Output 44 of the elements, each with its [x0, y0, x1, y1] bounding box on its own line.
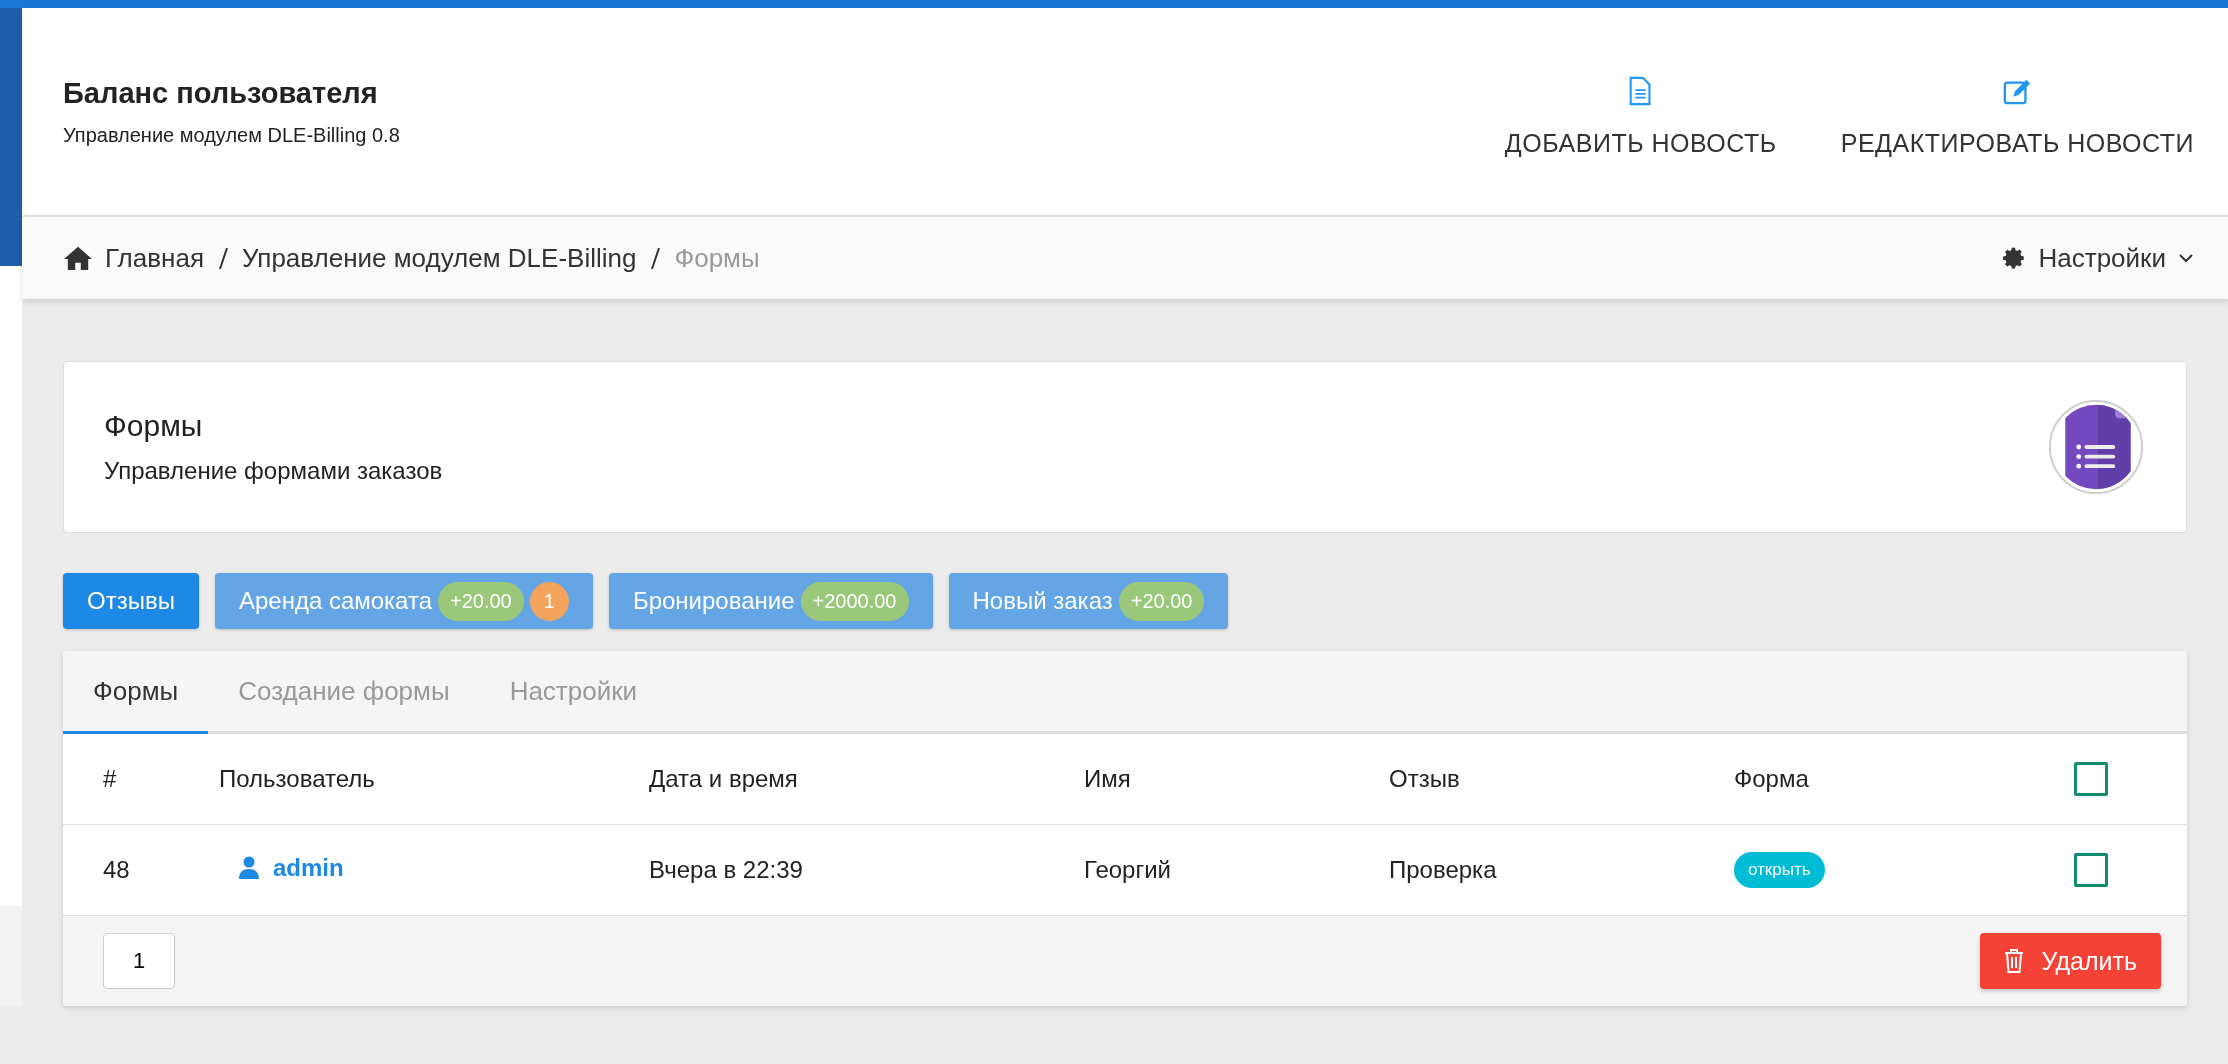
column-header: Имя: [1084, 734, 1389, 825]
amount-badge: +20.00: [438, 581, 524, 621]
amount-badge: +20.00: [1118, 581, 1205, 621]
amount-badge: +2000.00: [800, 581, 909, 621]
form-logo-icon: [2048, 399, 2144, 495]
caret-icon: [2178, 253, 2194, 263]
form-filter-button[interactable]: Отзывы: [63, 573, 199, 629]
user-icon: [239, 856, 259, 880]
table-cell: Вчера в 22:39: [649, 824, 1084, 916]
form-filter-button[interactable]: Аренда самоката +20.00 1: [214, 573, 593, 629]
table-cell: 48: [63, 824, 219, 916]
column-header: Форма: [1734, 734, 2074, 825]
column-header: #: [63, 734, 219, 825]
table-cell: Георгий: [1084, 824, 1389, 916]
form-filter-button[interactable]: Новый заказ +20.00: [948, 573, 1229, 629]
trash-icon: [2003, 949, 2024, 973]
column-header: Отзыв: [1389, 734, 1734, 825]
breadcrumb-current: Формы: [674, 242, 760, 274]
checkbox[interactable]: [2074, 853, 2108, 887]
column-header: Пользователь: [219, 734, 649, 825]
open-button[interactable]: открыть: [1734, 852, 1825, 888]
breadcrumb-separator: [648, 245, 663, 271]
form-filter-button[interactable]: Бронирование +2000.00: [608, 573, 933, 629]
header-action[interactable]: РЕДАКТИРОВАТЬ НОВОСТИ: [1834, 74, 2200, 159]
count-badge: 1: [529, 581, 569, 621]
delete-button[interactable]: Удалить: [1979, 933, 2161, 989]
breadcrumb-link[interactable]: Управление модулем DLE-Billing: [241, 242, 637, 274]
page-subtitle: Управление модулем DLE-Billing 0.8: [63, 123, 400, 147]
column-header: Дата и время: [649, 734, 1084, 825]
card-subtitle: Управление формами заказов: [104, 457, 443, 485]
home-icon: [63, 245, 93, 271]
checkbox[interactable]: [2074, 762, 2108, 796]
tab[interactable]: Создание формы: [208, 651, 480, 734]
tab[interactable]: Настройки: [479, 651, 668, 734]
breadcrumb-link[interactable]: Главная: [105, 242, 204, 274]
header-action[interactable]: ДОБАВИТЬ НОВОСТЬ: [1498, 74, 1783, 159]
settings-dropdown[interactable]: Настройки: [1994, 241, 2200, 275]
gear-icon: [2000, 245, 2027, 271]
table-cell: Проверка: [1389, 824, 1734, 916]
user-link[interactable]: admin: [219, 854, 344, 882]
page-title: Баланс пользователя: [63, 76, 379, 110]
tab[interactable]: Формы: [63, 651, 209, 734]
page-button[interactable]: 1: [103, 933, 175, 989]
card-title: Формы: [104, 409, 204, 443]
